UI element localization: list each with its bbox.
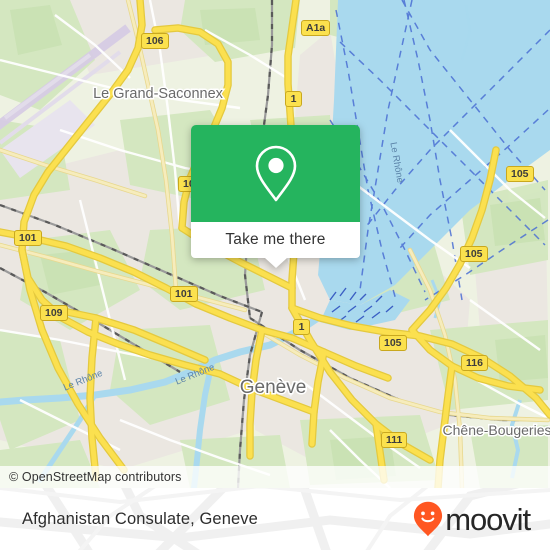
location-title: Afghanistan Consulate, Geneve: [22, 509, 258, 528]
route-shield: 116: [461, 355, 488, 371]
callout-tail-pointer: [264, 258, 287, 268]
route-shield-label: 109: [45, 306, 63, 319]
route-shield-label: 106: [146, 34, 164, 47]
moovit-wordmark: moovit: [445, 501, 531, 537]
moovit-map-page: Le Grand-Saconnex Genève Chêne-Bougeries L…: [0, 0, 550, 550]
route-shield-label: 101: [19, 231, 37, 244]
route-shield: 101: [170, 286, 198, 302]
take-me-there-button[interactable]: Take me there: [191, 222, 360, 258]
route-shield: A1a: [301, 20, 331, 36]
route-shield-label: 1: [298, 320, 305, 333]
route-shield: 1: [285, 91, 302, 107]
route-shield: 109: [40, 305, 68, 321]
route-shield-label: 111: [386, 433, 403, 446]
map-place-label: Le Grand-Saconnex: [93, 86, 224, 102]
callout-icon-panel: [191, 125, 360, 222]
footer-bar: Afghanistan Consulate, Geneve moovit: [0, 488, 550, 550]
moovit-logo[interactable]: moovit: [413, 501, 531, 537]
route-shield-label: 105: [465, 247, 483, 260]
route-shield-label: 105: [511, 167, 529, 180]
map-canvas[interactable]: Le Grand-Saconnex Genève Chêne-Bougeries L…: [0, 0, 550, 488]
osm-attribution-bar: © OpenStreetMap contributors: [0, 466, 550, 488]
route-shield: 105: [506, 166, 534, 182]
map-place-label: Genève: [240, 377, 307, 398]
map-pin-icon: [255, 145, 296, 201]
route-shield-label: 1: [290, 92, 297, 105]
location-callout-card[interactable]: Take me there: [191, 125, 360, 268]
route-shield: 106: [141, 33, 169, 49]
route-shield: 101: [14, 230, 42, 246]
route-shield-label: 105: [384, 336, 402, 349]
map-place-label: Chêne-Bougeries: [443, 422, 550, 438]
route-shield-label: 116: [466, 356, 483, 369]
route-shield: 111: [381, 432, 408, 448]
route-shield: 1: [293, 319, 310, 335]
take-me-there-label: Take me there: [225, 231, 326, 248]
moovit-smiley-pin-icon: [414, 501, 443, 537]
route-shield-label: 101: [175, 287, 193, 300]
route-shield: 105: [460, 246, 488, 262]
route-shield: 105: [379, 335, 407, 351]
route-shield-label: A1a: [306, 21, 326, 34]
osm-attribution-text: © OpenStreetMap contributors: [9, 470, 182, 484]
